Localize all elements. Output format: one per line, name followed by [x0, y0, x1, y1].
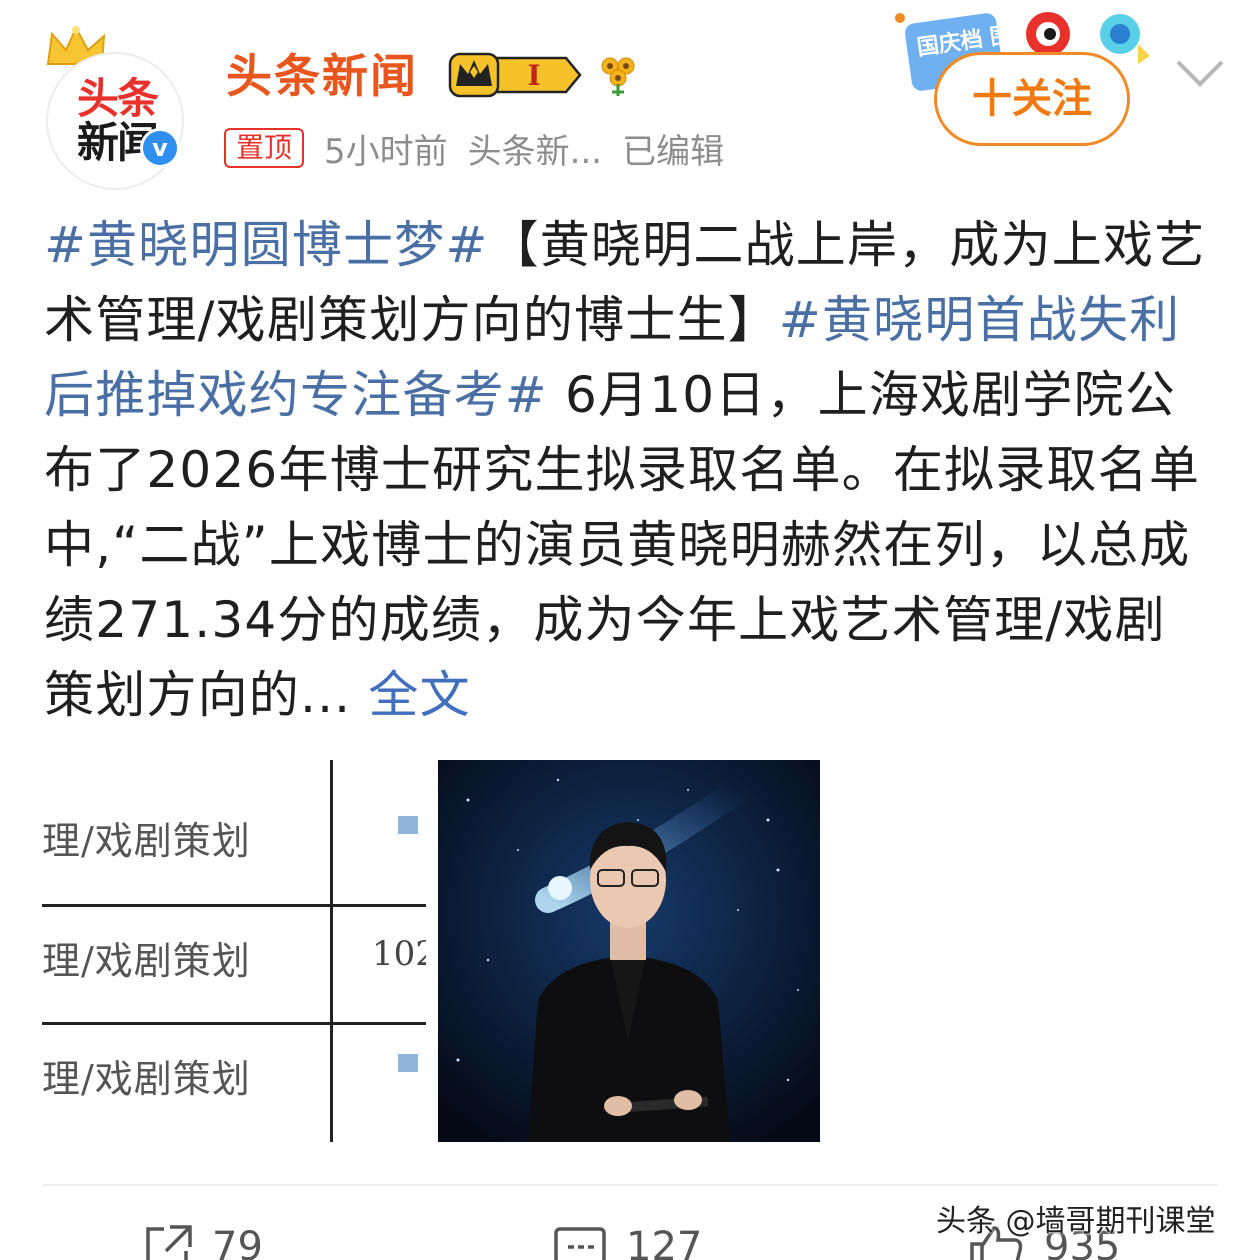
table-image[interactable]: 理/戏剧策划 理/戏剧策划 理/戏剧策划 102: [42, 760, 426, 1142]
table-divider: [42, 904, 426, 907]
comment-button[interactable]: 127: [552, 1222, 702, 1260]
pinned-badge: 置顶: [224, 128, 305, 168]
post-photo[interactable]: [438, 760, 820, 1142]
post-source[interactable]: 头条新...: [468, 124, 602, 173]
table-cell: 理/戏剧策划: [42, 939, 251, 983]
share-icon: [146, 1225, 192, 1260]
table-cell: 理/戏剧策划: [42, 819, 251, 863]
photo-illustration: [438, 760, 820, 1142]
table-marker: [398, 816, 418, 834]
share-button[interactable]: 79: [142, 1222, 263, 1260]
avatar-line-1: 头条: [76, 74, 159, 123]
watermark: 头条 @墙哥期刊课堂: [936, 1204, 1216, 1239]
post-text: #黄晓明圆博士梦#【黄晓明二战上岸，成为上戏艺术管理/戏剧策划方向的博士生】#黄…: [44, 208, 1212, 733]
avatar[interactable]: 头条 新闻: [46, 52, 184, 190]
edited-label[interactable]: 已编辑: [622, 124, 724, 173]
table-cell: 理/戏剧策划: [42, 1057, 251, 1101]
post-meta: 置顶 5小时前 头条新... 已编辑: [224, 124, 724, 172]
divider: [42, 1184, 1218, 1186]
table-divider: [330, 760, 333, 1142]
chevron-down-icon[interactable]: [1172, 54, 1228, 94]
member-level-label: I: [527, 59, 540, 92]
flower-icon: [601, 57, 635, 96]
post-time: 5小时前: [324, 131, 448, 172]
verified-icon: v: [140, 128, 180, 168]
member-badge-icon: I: [448, 52, 582, 98]
table-divider: [42, 1022, 426, 1025]
table-marker: [398, 1054, 418, 1072]
hashtag-link[interactable]: #黄晓明圆博士梦#: [44, 216, 489, 274]
follow-button[interactable]: 十关注: [934, 52, 1130, 146]
comment-icon: [554, 1227, 606, 1260]
table-number: 102: [372, 934, 426, 974]
author-name[interactable]: 头条新闻: [226, 48, 418, 104]
avatar-container[interactable]: 头条 新闻 v: [40, 20, 190, 190]
full-text-link[interactable]: 全文: [351, 666, 471, 724]
share-count: 79: [212, 1224, 263, 1260]
comment-count: 127: [626, 1224, 703, 1260]
